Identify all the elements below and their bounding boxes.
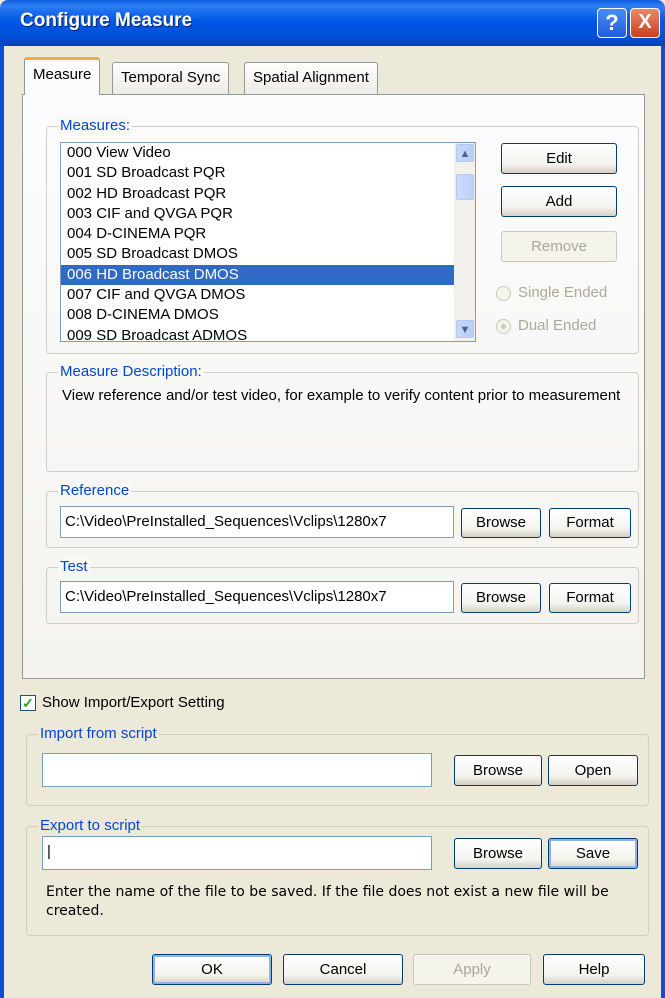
window-title: Configure Measure: [20, 10, 193, 31]
apply-button[interactable]: Apply: [413, 954, 531, 985]
help-icon[interactable]: ?: [597, 8, 627, 38]
tab-spatial-alignment[interactable]: Spatial Alignment: [244, 62, 378, 94]
tab-temporal-sync[interactable]: Temporal Sync: [112, 62, 230, 94]
cancel-button[interactable]: Cancel: [283, 954, 403, 985]
import-legend: Import from script: [38, 725, 159, 742]
import-open-button[interactable]: Open: [548, 755, 638, 786]
show-import-export-label: Show Import/Export Setting: [42, 694, 225, 711]
window-frame-right: [661, 46, 665, 998]
export-browse-button[interactable]: Browse: [454, 838, 542, 869]
export-hint-text: Enter the name of the file to be saved. …: [46, 884, 609, 919]
show-import-export-checkbox[interactable]: ✓: [20, 695, 36, 711]
export-save-button[interactable]: Save: [548, 838, 638, 869]
window-frame-left: [0, 46, 4, 998]
tab-measure[interactable]: Measure: [24, 57, 101, 95]
measure-tab-panel: [22, 94, 645, 679]
close-icon[interactable]: X: [630, 8, 660, 38]
export-script-input[interactable]: |: [42, 836, 432, 870]
help-button[interactable]: Help: [543, 954, 645, 985]
import-browse-button[interactable]: Browse: [454, 755, 542, 786]
ok-button[interactable]: OK: [152, 954, 272, 985]
export-legend: Export to script: [38, 817, 143, 834]
import-script-input[interactable]: [42, 753, 432, 787]
